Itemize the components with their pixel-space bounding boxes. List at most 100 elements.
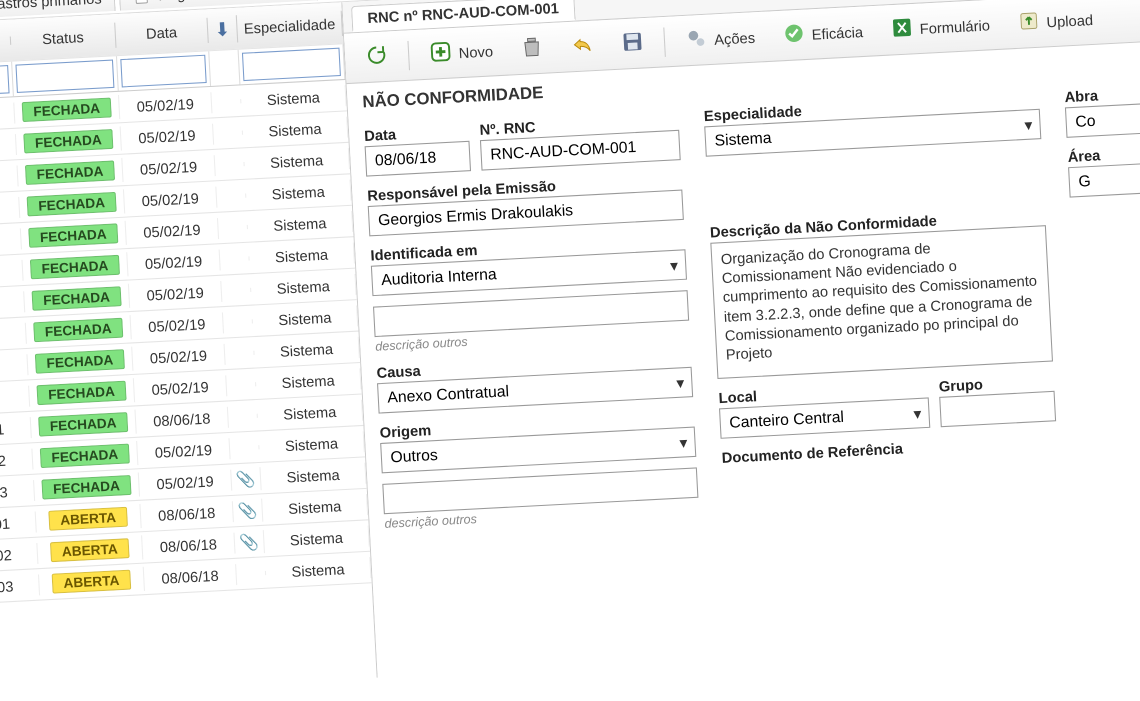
status-badge: ABERTA (51, 570, 131, 594)
undo-button[interactable] (558, 26, 606, 65)
input-grupo[interactable] (939, 391, 1056, 427)
delete-button[interactable] (508, 29, 556, 68)
check-circle-icon (782, 21, 806, 48)
section-title: NÃO CONFORMIDADE (362, 77, 678, 112)
cell-attachment (227, 382, 257, 388)
cell-id: AL-014 (0, 291, 25, 316)
cell-esp: Sistema (242, 116, 348, 142)
cell-esp: Sistema (249, 242, 355, 268)
input-area[interactable] (1068, 161, 1140, 198)
cell-id: RH-003 (0, 480, 35, 505)
acoes-button[interactable]: Ações (672, 18, 767, 60)
gear-icon (684, 26, 708, 53)
save-button[interactable] (608, 24, 656, 63)
filter-status[interactable] (15, 60, 114, 93)
status-badge: FECHADA (31, 286, 122, 311)
cell-id: L-009 (0, 133, 17, 158)
sort-desc-icon: ⬇ (214, 19, 231, 39)
cell-attachment: 📎 (231, 467, 262, 492)
cell-attachment (220, 256, 250, 262)
cell-status: ABERTA (37, 535, 143, 565)
col-date[interactable]: Data (115, 17, 209, 47)
paperclip-icon: 📎 (236, 469, 257, 489)
detail-panel: RNC nº RNC-AUD-COM-001 Novo (343, 0, 1140, 678)
label-abra: Abra (1064, 82, 1140, 105)
cell-date: 05/02/19 (139, 469, 232, 495)
cell-esp: Sistema (259, 431, 365, 457)
novo-button[interactable]: Novo (417, 32, 506, 73)
refresh-button[interactable] (353, 37, 401, 76)
textarea-descnc[interactable]: Organização do Cronograma de Comissionam… (710, 225, 1053, 379)
refresh-icon (365, 43, 389, 70)
cell-attachment (222, 287, 252, 293)
label-docref: Documento de Referência (721, 432, 1057, 466)
tab-label: Registro de Relatórios (158, 0, 304, 4)
cell-id: L-012 (0, 228, 22, 253)
cell-attachment (228, 413, 258, 419)
col-status[interactable]: Status (10, 22, 116, 53)
cell-status: FECHADA (14, 95, 120, 125)
cell-status: FECHADA (22, 252, 128, 282)
cell-status: FECHADA (29, 378, 135, 408)
cell-esp: Sistema (252, 305, 358, 331)
status-badge: FECHADA (28, 223, 119, 248)
cell-id: RH-001 (0, 417, 32, 442)
plus-icon (429, 40, 453, 67)
col-id[interactable] (0, 36, 11, 49)
status-badge: FECHADA (41, 475, 132, 500)
filter-date[interactable] (120, 55, 206, 88)
status-badge: FECHADA (35, 349, 126, 374)
cell-date: 08/06/18 (144, 564, 237, 590)
cell-attachment: 📎 (234, 530, 265, 555)
cell-id: AL-017 (0, 385, 30, 410)
status-badge: FECHADA (26, 192, 117, 217)
input-data[interactable] (365, 141, 471, 177)
label-area: Área (1067, 142, 1140, 165)
record-grid: Status Data ⬇ Especialidade L-008FECHADA… (0, 2, 378, 699)
cell-status: FECHADA (27, 347, 133, 377)
upload-button[interactable]: Upload (1005, 0, 1106, 42)
formulario-button[interactable]: Formulário (878, 6, 1003, 49)
status-badge: ABERTA (50, 538, 130, 562)
cell-esp: Sistema (247, 210, 353, 236)
cell-status: FECHADA (21, 221, 127, 251)
cell-id: MS-003 (0, 574, 40, 599)
cell-esp: Sistema (265, 557, 371, 583)
col-especialidade[interactable]: Especialidade (237, 10, 343, 41)
eficacia-button[interactable]: Eficácia (770, 12, 876, 54)
status-badge: FECHADA (23, 129, 114, 154)
cell-status: FECHADA (19, 189, 125, 219)
filter-esp[interactable] (242, 48, 341, 81)
cell-id: MS-001 (0, 511, 37, 536)
col-sort[interactable]: ⬇ (207, 15, 238, 44)
cell-date: 08/06/18 (141, 501, 234, 527)
cell-esp: Sistema (264, 525, 370, 551)
cell-id: RH-002 (0, 448, 33, 473)
cell-attachment (215, 161, 245, 167)
cell-date: 05/02/19 (134, 375, 227, 401)
cell-id: L-010 (0, 165, 19, 190)
cell-attachment (225, 350, 255, 356)
cell-date: 05/02/19 (129, 280, 222, 306)
cell-id: MS-002 (0, 542, 38, 567)
cell-esp: Sistema (262, 494, 368, 520)
paperclip-icon: 📎 (237, 500, 258, 520)
cell-status: FECHADA (32, 441, 138, 471)
cell-date: 05/02/19 (126, 218, 219, 244)
status-badge: FECHADA (25, 160, 116, 185)
status-badge: FECHADA (36, 381, 127, 406)
input-abra[interactable] (1065, 101, 1140, 138)
cell-date: 05/02/19 (127, 249, 220, 275)
trash-icon (520, 35, 544, 62)
cell-status: FECHADA (31, 410, 137, 440)
filter-id[interactable] (0, 65, 10, 97)
cell-date: 08/06/18 (142, 532, 235, 558)
cell-attachment (217, 193, 247, 199)
cell-esp: Sistema (241, 85, 347, 111)
tab-label: Cadastros primários (0, 0, 102, 13)
cell-attachment (237, 570, 267, 576)
cell-esp: Sistema (246, 179, 352, 205)
cell-esp: Sistema (256, 368, 362, 394)
cell-date: 05/02/19 (124, 186, 217, 212)
cell-esp: Sistema (254, 336, 360, 362)
